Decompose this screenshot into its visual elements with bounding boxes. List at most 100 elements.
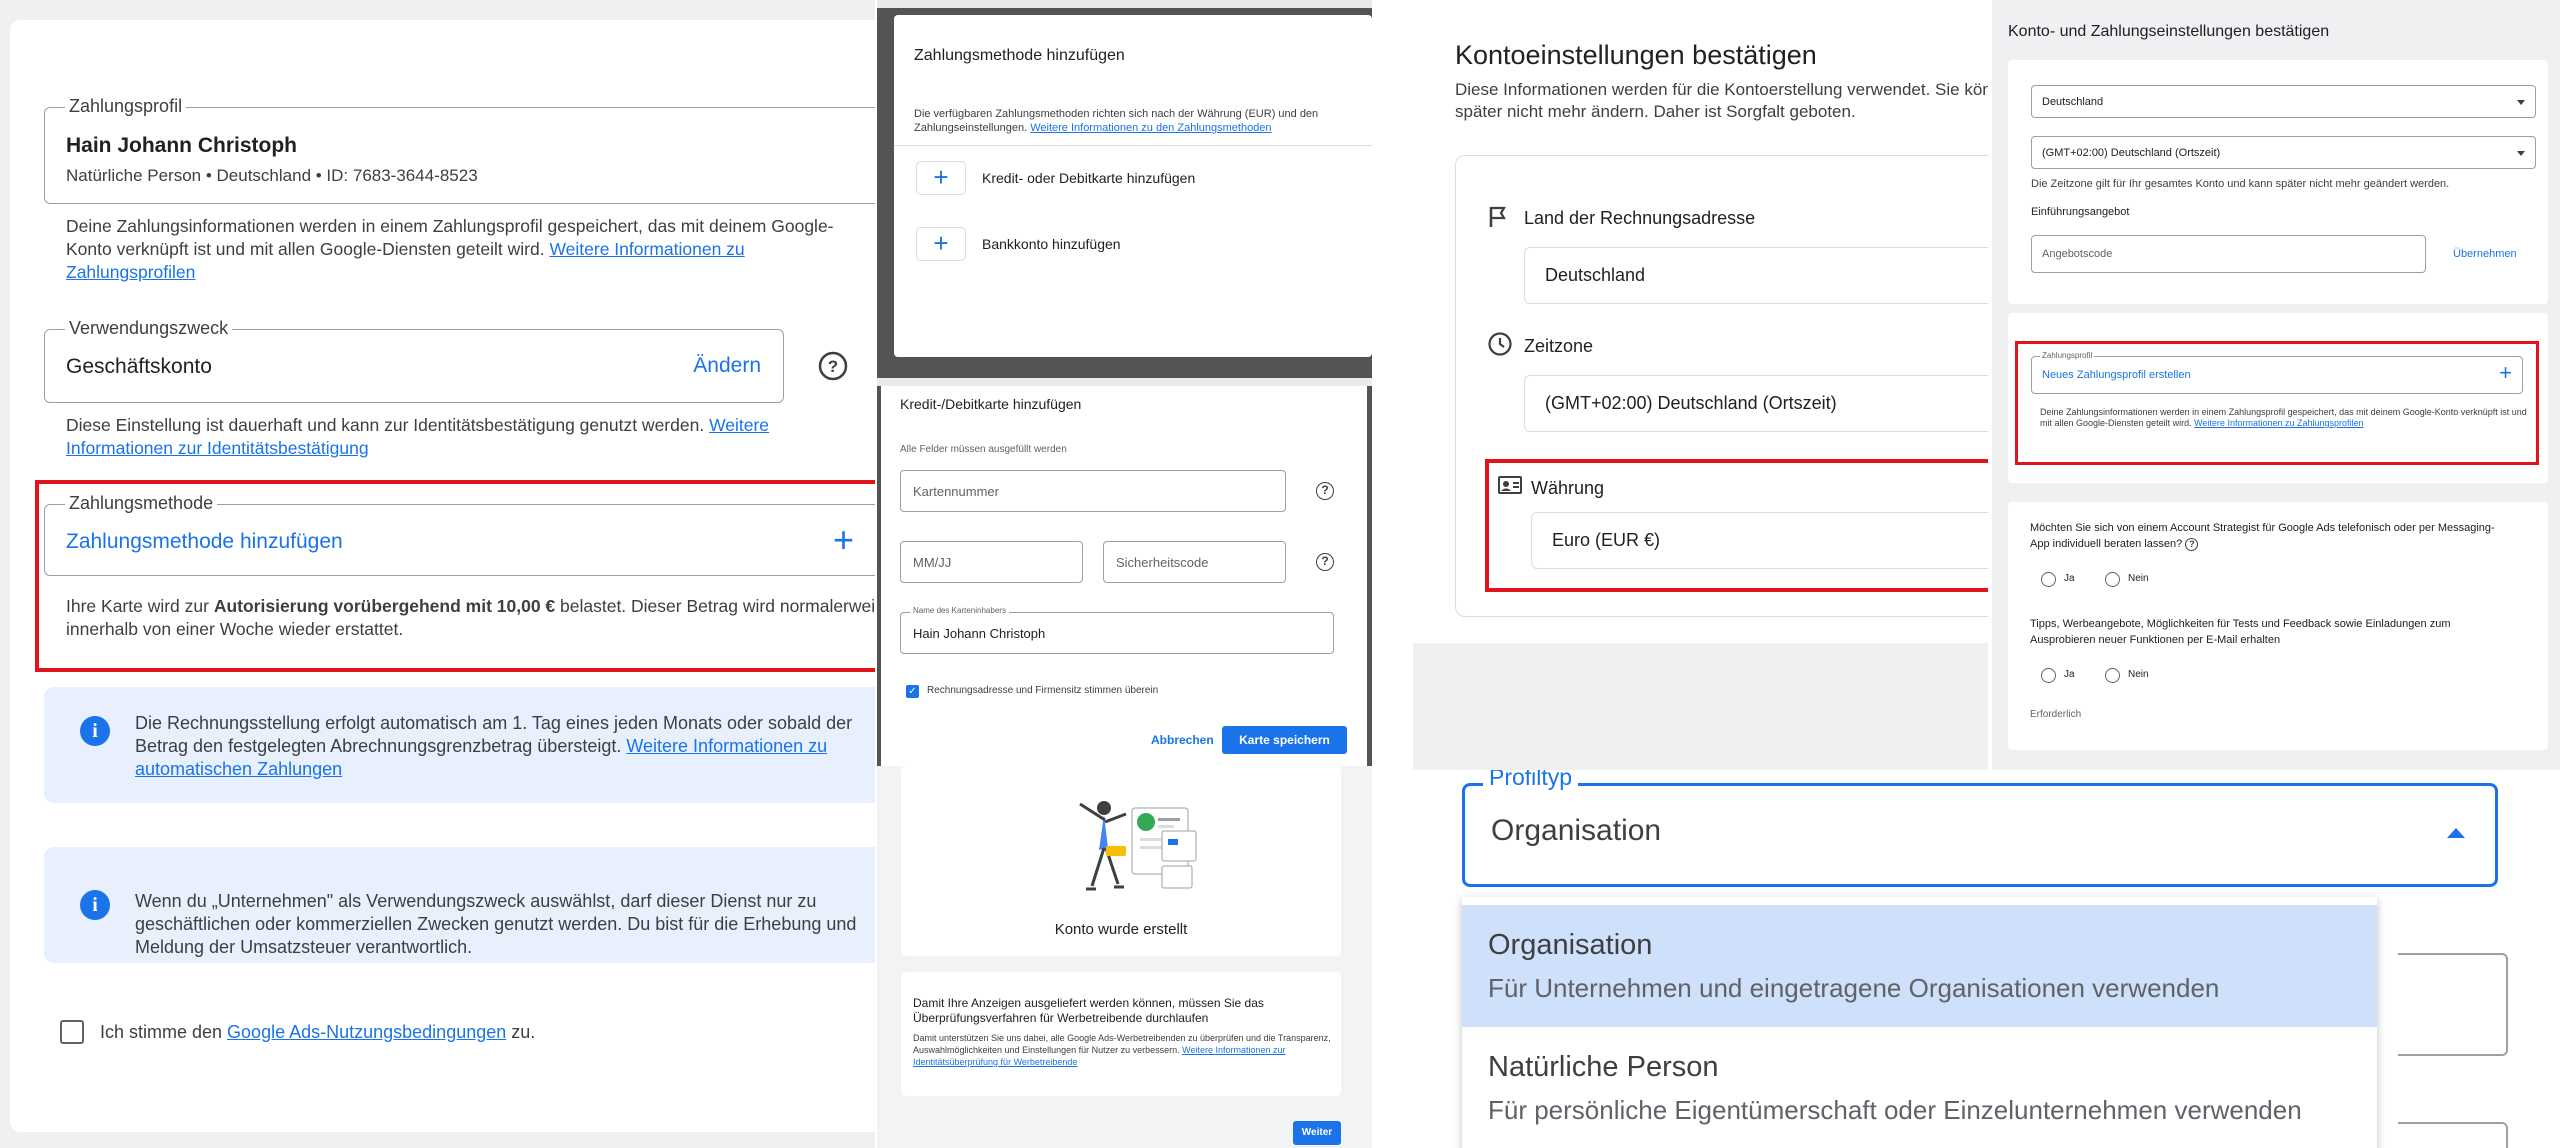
business-info-box: i Wenn du „Unternehmen" als Verwendungsz… — [44, 847, 875, 963]
next-button[interactable]: Weiter — [1293, 1121, 1341, 1145]
profile-type-panel: Profiltyp Organisation Organisation Für … — [1413, 770, 2560, 1148]
verification-title: Damit Ihre Anzeigen ausgeliefert werden … — [913, 996, 1264, 1025]
purpose-legend: Verwendungszweck — [65, 318, 233, 339]
timezone-note: Die Zeitzone gilt für Ihr gesamtes Konto… — [2031, 178, 2450, 190]
advisor-yes-label: Ja — [2064, 573, 2075, 584]
tips-yes-label: Ja — [2064, 669, 2075, 680]
timezone-select[interactable]: (GMT+02:00) Deutschland (Ortszeit) — [2031, 136, 2536, 169]
business-info-text: Wenn du „Unternehmen" als Verwendungszwe… — [135, 891, 857, 957]
account-settings-panel: Kontoeinstellungen bestätigen Diese Info… — [1413, 0, 1988, 770]
purpose-value: Geschäftskonto — [66, 355, 212, 378]
tips-no-label: Nein — [2128, 669, 2149, 680]
advisor-no-radio[interactable] — [2105, 572, 2120, 587]
option-title: Organisation — [1488, 929, 1653, 961]
advisor-yes-radio[interactable] — [2041, 572, 2056, 587]
settings-card: Deutschland (GMT+02:00) Deutschland (Ort… — [2008, 60, 2548, 304]
plus-icon: + — [2499, 360, 2512, 385]
help-icon[interactable]: ? — [1316, 553, 1334, 571]
caret-down-icon — [2517, 99, 2525, 105]
plus-icon[interactable]: + — [833, 519, 854, 561]
payment-profile-legend: Zahlungsprofil — [65, 96, 187, 117]
page-desc: Diese Informationen werden für die Konto… — [1455, 80, 1988, 121]
advisor-no-label: Nein — [2128, 573, 2149, 584]
profile-type-legend: Profiltyp — [1483, 770, 1579, 791]
option-organisation[interactable]: Organisation Für Unternehmen und eingetr… — [1462, 905, 2377, 1027]
page-title: Kontoeinstellungen bestätigen — [1455, 40, 1817, 70]
billing-address-label: Rechnungsadresse und Firmensitz stimmen … — [927, 685, 1159, 696]
apply-promo-button[interactable]: Übernehmen — [2453, 248, 2517, 260]
profile-info: Deine Zahlungsinformationen werden in ei… — [66, 216, 834, 282]
svg-text:?: ? — [828, 357, 838, 376]
flag-icon — [1488, 206, 1508, 228]
help-icon[interactable]: ? — [1316, 482, 1334, 500]
info-icon: i — [80, 890, 110, 920]
expiry-input[interactable]: MM/JJ — [900, 541, 1083, 583]
profile-type-select[interactable]: Profiltyp Organisation — [1462, 770, 2498, 887]
profile-legend: Zahlungsprofil — [2040, 351, 2095, 360]
country-select[interactable]: Deutschland — [2031, 85, 2536, 118]
tips-yes-radio[interactable] — [2041, 668, 2056, 683]
save-card-button[interactable]: Karte speichern — [1222, 726, 1347, 754]
add-bank-option[interactable]: Bankkonto hinzufügen — [982, 236, 1121, 252]
currency-icon — [1498, 476, 1522, 494]
currency-select[interactable]: Euro (EUR €) — [1531, 512, 1988, 569]
help-icon[interactable]: ? — [818, 351, 848, 381]
payment-method-dialog: Zahlungsmethode hinzufügen Die verfügbar… — [894, 15, 1372, 357]
profile-details: Natürliche Person • Deutschland • ID: 76… — [66, 166, 478, 185]
promo-code-input[interactable]: Angebotscode — [2031, 235, 2426, 273]
caret-up-icon — [2447, 828, 2465, 838]
payment-profile-card: Zahlungsprofil Neues Zahlungsprofil erst… — [2008, 313, 2548, 483]
add-bank-plus-icon[interactable]: + — [916, 227, 966, 261]
billing-info-box: i Die Rechnungsstellung erfolgt automati… — [44, 687, 875, 803]
profile-type-dropdown: Organisation Für Unternehmen und eingetr… — [1462, 897, 2377, 1148]
dialog-title: Zahlungsmethode hinzufügen — [914, 47, 1125, 64]
terms-link[interactable]: Google Ads-Nutzungsbedingungen — [227, 1022, 506, 1042]
add-payment-method-label: Zahlungsmethode hinzufügen — [66, 530, 343, 553]
new-profile-label: Neues Zahlungsprofil erstellen — [2042, 369, 2191, 381]
option-natural-person[interactable]: Natürliche Person Für persönliche Eigent… — [1462, 1027, 2377, 1148]
caret-down-icon — [2517, 150, 2525, 156]
terms-checkbox[interactable] — [60, 1020, 84, 1044]
country-select[interactable]: Deutschland — [1524, 247, 1988, 304]
payment-profile-field[interactable]: Zahlungsprofil Hain Johann Christoph Nat… — [44, 96, 875, 204]
preferences-card: Möchten Sie sich von einem Account Strat… — [2008, 502, 2548, 750]
cvc-input[interactable]: Sicherheitscode — [1103, 541, 1286, 583]
background-field — [2398, 1122, 2508, 1148]
card-number-input[interactable]: Kartennummer — [900, 470, 1286, 512]
cardholder-input[interactable]: Name des Karteninhabers Hain Johann Chri… — [900, 606, 1334, 654]
payment-setup-card: Zahlungsprofil Hain Johann Christoph Nat… — [10, 20, 875, 1132]
cancel-button[interactable]: Abbrechen — [1151, 733, 1214, 747]
purpose-field: Verwendungszweck Geschäftskonto Ändern — [44, 318, 784, 403]
cardholder-label: Name des Karteninhabers — [910, 606, 1009, 615]
billing-address-checkbox[interactable]: ✓ — [906, 685, 919, 698]
verification-card: Damit Ihre Anzeigen ausgeliefert werden … — [901, 972, 1341, 1096]
add-payment-panel: Zahlungsmethode hinzufügen Die verfügbar… — [877, 0, 1372, 1148]
info-icon: i — [80, 716, 110, 746]
help-icon[interactable]: ? — [2185, 537, 2199, 551]
currency-label: Währung — [1531, 478, 1605, 498]
clock-icon — [1488, 332, 1512, 356]
account-created-title: Konto wurde erstellt — [1054, 921, 1188, 938]
required-note: Erforderlich — [2030, 709, 2082, 720]
card-dialog-title: Kredit-/Debitkarte hinzufügen — [900, 396, 1082, 412]
advisor-question: Möchten Sie sich von einem Account Strat… — [2030, 522, 2495, 550]
add-card-option[interactable]: Kredit- oder Debitkarte hinzufügen — [982, 170, 1195, 186]
timezone-select[interactable]: (GMT+02:00) Deutschland (Ortszeit) — [1524, 375, 1988, 432]
payment-methods-info-link[interactable]: Weitere Informationen zu den Zahlungsmet… — [1030, 122, 1271, 134]
option-desc: Für Unternehmen und eingetragene Organis… — [1488, 973, 2220, 1003]
change-purpose-button[interactable]: Ändern — [693, 354, 761, 378]
background-field — [2398, 953, 2508, 1056]
add-card-plus-icon[interactable]: + — [916, 161, 966, 195]
promo-label: Einführungsangebot — [2031, 206, 2130, 218]
account-created-card: Konto wurde erstellt — [901, 766, 1341, 956]
tips-no-radio[interactable] — [2105, 668, 2120, 683]
profile-name: Hain Johann Christoph — [66, 134, 297, 157]
terms-label: Ich stimme den Google Ads-Nutzungsbeding… — [100, 1022, 536, 1042]
card-dialog: Kredit-/Debitkarte hinzufügen Alle Felde… — [881, 386, 1367, 766]
tips-question: Tipps, Werbeangebote, Möglichkeiten für … — [2030, 618, 2451, 646]
new-profile-field[interactable]: Zahlungsprofil Neues Zahlungsprofil erst… — [2031, 351, 2523, 394]
timezone-label: Zeitzone — [1524, 336, 1594, 356]
authorization-note: Ihre Karte wird zur Autorisierung vorübe… — [66, 596, 875, 639]
profile-note-link[interactable]: Weitere Informationen zu Zahlungsprofile… — [2194, 418, 2363, 428]
payment-method-field[interactable]: Zahlungsmethode Zahlungsmethode hinzufüg… — [44, 493, 875, 576]
